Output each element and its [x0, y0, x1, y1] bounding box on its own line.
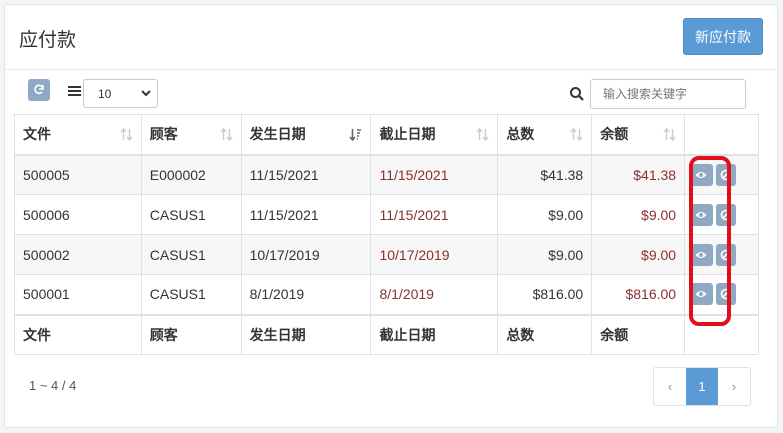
page-size-select[interactable]: 10 — [83, 79, 158, 108]
cell-balance: $816.00 — [591, 274, 686, 315]
header-actions — [684, 114, 759, 156]
refresh-button[interactable] — [28, 79, 50, 101]
cell-date: 8/1/2019 — [240, 274, 372, 315]
ban-icon — [720, 209, 732, 220]
cell-balance: $9.00 — [591, 234, 686, 275]
cell-actions — [684, 234, 759, 275]
search-input[interactable] — [590, 79, 746, 109]
cell-customer: CASUS1 — [140, 194, 242, 235]
view-button[interactable] — [689, 243, 714, 266]
table-row: 500001 CASUS1 8/1/2019 8/1/2019 $816.00 … — [14, 274, 759, 315]
cell-due-date: 10/17/2019 — [370, 234, 499, 275]
table-row: 500006 CASUS1 11/15/2021 11/15/2021 $9.0… — [14, 194, 759, 235]
header-total[interactable]: 总数 — [497, 114, 593, 156]
cell-actions — [684, 194, 759, 235]
header-file[interactable]: 文件 — [14, 114, 142, 156]
card-header: 应付款 新应付款 — [5, 5, 777, 70]
chevron-down-icon — [141, 90, 151, 97]
header-balance[interactable]: 余额 — [591, 114, 686, 156]
void-button[interactable] — [716, 203, 737, 226]
footer-total: 总数 — [497, 313, 593, 355]
view-button[interactable] — [689, 203, 714, 226]
ban-icon — [720, 249, 732, 260]
cell-date: 11/15/2021 — [240, 154, 372, 195]
table-row: 500005 E000002 11/15/2021 11/15/2021 $41… — [14, 154, 759, 195]
header-customer[interactable]: 顾客 — [140, 114, 242, 156]
cell-balance: $41.38 — [591, 154, 686, 195]
record-count: 1 ~ 4 / 4 — [29, 378, 77, 393]
pagination: ‹ 1 › — [653, 367, 751, 406]
header-date[interactable]: 发生日期 — [240, 114, 372, 156]
void-button[interactable] — [716, 283, 737, 306]
cell-due-date: 8/1/2019 — [370, 274, 499, 315]
sort-icon — [570, 128, 583, 141]
eye-icon — [695, 211, 707, 218]
payables-table: 文件 顾客 发生日期 截止日期 总数 余额 500005 E000002 11/… — [14, 114, 759, 355]
void-button[interactable] — [716, 163, 737, 186]
cell-file: 500006 — [14, 194, 142, 235]
cell-due-date: 11/15/2021 — [370, 154, 499, 195]
ban-icon — [720, 169, 732, 181]
cell-customer: CASUS1 — [140, 234, 242, 275]
cell-file: 500002 — [14, 234, 142, 275]
cell-customer: CASUS1 — [140, 274, 242, 315]
page-size-value: 10 — [98, 86, 112, 101]
refresh-icon — [34, 84, 44, 95]
cell-balance: $9.00 — [591, 194, 686, 235]
search-icon — [570, 87, 584, 101]
header-due-date[interactable]: 截止日期 — [370, 114, 499, 156]
footer-customer: 顾客 — [140, 313, 242, 355]
page-1-button[interactable]: 1 — [686, 368, 718, 405]
eye-icon — [695, 251, 707, 258]
cell-due-date: 11/15/2021 — [370, 194, 499, 235]
sort-icon — [476, 128, 489, 141]
cell-total: $41.38 — [497, 154, 593, 195]
cell-customer: E000002 — [140, 154, 242, 195]
view-button[interactable] — [689, 283, 714, 306]
cell-actions — [684, 154, 759, 195]
cell-date: 10/17/2019 — [240, 234, 372, 275]
sort-desc-icon — [349, 129, 362, 141]
eye-icon — [695, 171, 707, 178]
cell-total: $9.00 — [497, 194, 593, 235]
cell-date: 11/15/2021 — [240, 194, 372, 235]
footer-balance: 余额 — [591, 313, 686, 355]
footer-due-date: 截止日期 — [370, 313, 499, 355]
sort-icon — [663, 128, 676, 141]
cell-file: 500001 — [14, 274, 142, 315]
prev-page-button[interactable]: ‹ — [654, 368, 686, 405]
footer-file: 文件 — [14, 313, 142, 355]
sort-icon — [120, 128, 133, 141]
eye-icon — [695, 291, 707, 298]
sort-icon — [220, 128, 233, 141]
void-button[interactable] — [716, 243, 737, 266]
page-title: 应付款 — [19, 30, 77, 51]
new-payable-button[interactable]: 新应付款 — [683, 18, 763, 55]
next-page-button[interactable]: › — [718, 368, 750, 405]
table-row: 500002 CASUS1 10/17/2019 10/17/2019 $9.0… — [14, 234, 759, 275]
list-icon — [68, 86, 81, 97]
cell-total: $816.00 — [497, 274, 593, 315]
cell-total: $9.00 — [497, 234, 593, 275]
cell-file: 500005 — [14, 154, 142, 195]
footer-actions — [684, 313, 759, 355]
ban-icon — [720, 288, 732, 300]
view-button[interactable] — [689, 163, 714, 186]
footer-date: 发生日期 — [240, 313, 372, 355]
cell-actions — [684, 274, 759, 315]
